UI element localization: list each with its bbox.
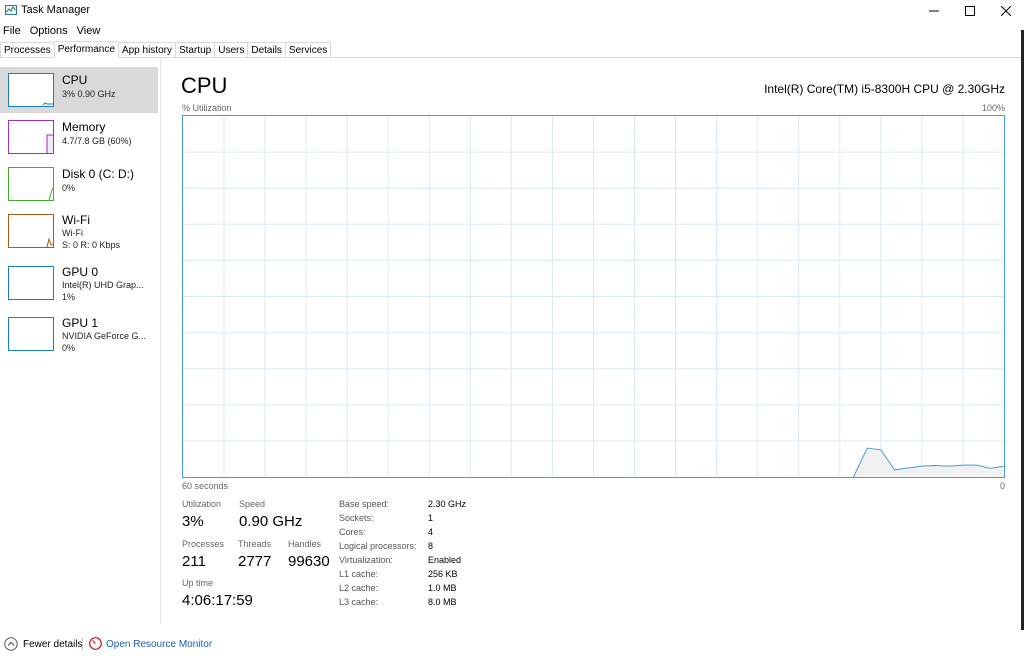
tab-app-history[interactable]: App history bbox=[117, 42, 175, 58]
sidebar-item-detail: 0% bbox=[62, 183, 76, 193]
page-title: CPU bbox=[181, 73, 228, 98]
handles-label: Handles bbox=[288, 539, 322, 549]
sidebar-item-name: Wi-Fi bbox=[62, 213, 90, 227]
cpu-graph-svg bbox=[183, 116, 1005, 478]
menu-view[interactable]: View bbox=[74, 23, 105, 39]
uptime-label: Up time bbox=[182, 578, 214, 588]
processes-label: Processes bbox=[182, 539, 225, 549]
sidebar-item-detail-2: 0% bbox=[62, 343, 76, 353]
sidebar-item-detail-2: 1% bbox=[62, 292, 76, 302]
utilization-value: 3% bbox=[182, 513, 204, 530]
cpu-model-name: Intel(R) Core(TM) i5-8300H CPU @ 2.30GHz bbox=[764, 82, 1005, 96]
spec-label: Virtualization: bbox=[339, 555, 393, 565]
minimize-button[interactable] bbox=[916, 0, 952, 22]
speed-label: Speed bbox=[239, 499, 266, 509]
spec-value: 8 bbox=[428, 541, 434, 551]
spec-value: Enabled bbox=[428, 555, 462, 565]
spec-label: L2 cache: bbox=[339, 583, 379, 593]
utilization-axis-label: % Utilization bbox=[182, 103, 232, 113]
gpu0-thumbnail-graph bbox=[8, 266, 54, 300]
tab-processes[interactable]: Processes bbox=[0, 42, 54, 58]
sidebar-item-name: Disk 0 (C: D:) bbox=[62, 167, 134, 181]
footer-bar: Fewer details Open Resource Monitor bbox=[0, 632, 1024, 656]
processes-value: 211 bbox=[182, 553, 206, 570]
spec-value: 2.30 GHz bbox=[428, 499, 467, 509]
sidebar-item-detail: NVIDIA GeForce G... bbox=[62, 331, 147, 341]
speed-value: 0.90 GHz bbox=[239, 513, 303, 530]
resource-monitor-icon bbox=[89, 637, 102, 650]
title-bar[interactable]: Task Manager bbox=[0, 0, 1024, 22]
graph-min-label: 0 bbox=[999, 481, 1005, 491]
sidebar-item-wifi[interactable]: Wi-Fi Wi-Fi S: 0 R: 0 Kbps bbox=[0, 208, 158, 254]
tab-startup[interactable]: Startup bbox=[174, 42, 215, 58]
graph-time-label: 60 seconds bbox=[182, 481, 229, 491]
cpu-utilization-graph bbox=[182, 115, 1005, 478]
utilization-area bbox=[853, 448, 1004, 477]
tab-performance[interactable]: Performance bbox=[53, 41, 118, 58]
spec-label: Cores: bbox=[339, 527, 366, 537]
sidebar-item-memory[interactable]: Memory 4.7/7.8 GB (60%) bbox=[0, 114, 158, 160]
disk-thumbnail-graph bbox=[8, 167, 54, 201]
spec-value: 1.0 MB bbox=[428, 583, 457, 593]
threads-label: Threads bbox=[238, 539, 272, 549]
sidebar-item-detail: 3% 0.90 GHz bbox=[62, 89, 116, 99]
resource-sidebar: CPU 3% 0.90 GHz Memory 4.7/7.8 GB (60%) … bbox=[0, 58, 161, 624]
sidebar-item-cpu[interactable]: CPU 3% 0.90 GHz bbox=[0, 67, 158, 113]
spec-value: 256 KB bbox=[428, 569, 458, 579]
task-manager-icon bbox=[5, 5, 17, 15]
spec-label: L1 cache: bbox=[339, 569, 379, 579]
tab-users[interactable]: Users bbox=[214, 42, 248, 58]
sidebar-item-name: CPU bbox=[62, 73, 88, 87]
sidebar-item-name: GPU 1 bbox=[62, 316, 99, 330]
sidebar-item-gpu1[interactable]: GPU 1 NVIDIA GeForce G... 0% bbox=[0, 311, 158, 357]
sidebar-item-detail: Intel(R) UHD Grap... bbox=[62, 280, 144, 290]
spec-value: 4 bbox=[428, 527, 434, 537]
spec-label: Base speed: bbox=[339, 499, 390, 509]
menu-options[interactable]: Options bbox=[27, 23, 72, 39]
sidebar-item-gpu0[interactable]: GPU 0 Intel(R) UHD Grap... 1% bbox=[0, 260, 158, 306]
spec-value: 1 bbox=[428, 513, 434, 523]
tab-services[interactable]: Services bbox=[284, 42, 332, 58]
threads-value: 2777 bbox=[238, 553, 272, 570]
menu-file[interactable]: File bbox=[0, 23, 25, 39]
window-title: Task Manager bbox=[21, 4, 91, 16]
spec-value: 8.0 MB bbox=[428, 597, 457, 607]
open-resource-monitor-link[interactable]: Open Resource Monitor bbox=[106, 639, 212, 650]
graph-max-label: 100% bbox=[981, 103, 1005, 113]
chevron-up-icon[interactable] bbox=[4, 637, 18, 651]
fewer-details-button[interactable]: Fewer details bbox=[23, 639, 82, 650]
gpu1-thumbnail-graph bbox=[8, 317, 54, 351]
utilization-label: Utilization bbox=[182, 499, 222, 509]
cpu-thumbnail-graph bbox=[8, 73, 54, 107]
close-button[interactable] bbox=[988, 0, 1024, 22]
spec-label: L3 cache: bbox=[339, 597, 379, 607]
handles-value: 99630 bbox=[288, 553, 330, 570]
uptime-value: 4:06:17:59 bbox=[182, 592, 253, 609]
memory-thumbnail-graph bbox=[8, 120, 54, 154]
maximize-button[interactable] bbox=[952, 0, 988, 22]
spec-label: Logical processors: bbox=[339, 541, 417, 551]
sidebar-item-disk[interactable]: Disk 0 (C: D:) 0% bbox=[0, 161, 158, 207]
sidebar-item-detail-2: S: 0 R: 0 Kbps bbox=[62, 240, 121, 250]
sidebar-item-name: Memory bbox=[62, 120, 106, 134]
footer-separator bbox=[82, 637, 83, 651]
tab-details[interactable]: Details bbox=[247, 42, 285, 58]
wifi-thumbnail-graph bbox=[8, 214, 54, 248]
sidebar-item-name: GPU 0 bbox=[62, 265, 99, 279]
spec-label: Sockets: bbox=[339, 513, 374, 523]
maximize-icon bbox=[965, 6, 975, 16]
sidebar-item-detail: Wi-Fi bbox=[62, 228, 83, 238]
close-icon bbox=[1001, 6, 1011, 16]
minimize-icon bbox=[929, 10, 939, 12]
menu-bar: File Options View bbox=[0, 23, 106, 39]
tab-strip: Processes Performance App history Startu… bbox=[0, 41, 332, 58]
sidebar-item-detail: 4.7/7.8 GB (60%) bbox=[62, 136, 132, 146]
